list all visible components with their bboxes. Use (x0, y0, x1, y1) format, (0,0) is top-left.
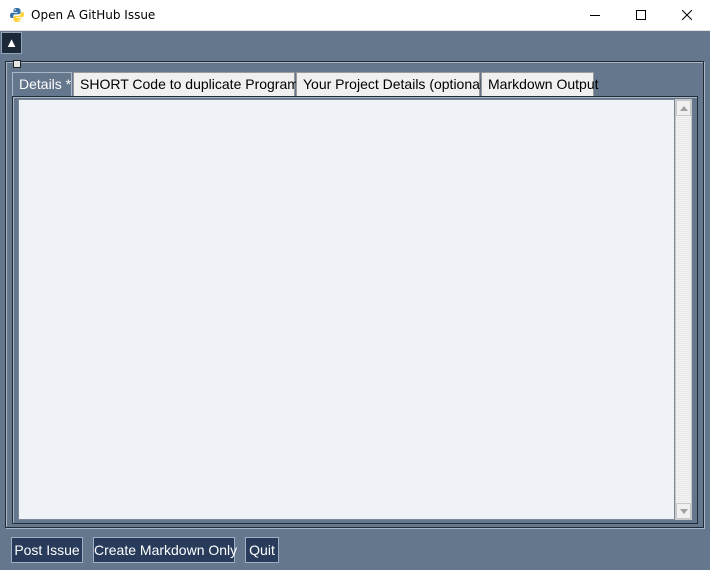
title-bar: Open A GitHub Issue (0, 0, 710, 31)
python-icon (9, 7, 25, 23)
minimize-icon (590, 15, 600, 16)
tab-short-code[interactable]: SHORT Code to duplicate Program * (73, 72, 308, 96)
tab-details[interactable]: Details * (12, 72, 72, 97)
post-issue-button[interactable]: Post Issue (11, 537, 83, 563)
triangle-up-icon: ▲ (5, 35, 18, 50)
create-markdown-button[interactable]: Create Markdown Only (93, 537, 237, 563)
tab-project-details[interactable]: Your Project Details (optional) (296, 72, 488, 96)
details-textarea[interactable] (18, 99, 675, 520)
tab-markdown-output[interactable]: Markdown Output (481, 72, 599, 96)
maximize-icon (636, 10, 646, 20)
minimize-button[interactable] (572, 0, 618, 31)
quit-button[interactable]: Quit (245, 537, 279, 563)
maximize-button[interactable] (618, 0, 664, 31)
close-button[interactable] (664, 0, 710, 31)
window-title: Open A GitHub Issue (31, 8, 156, 22)
vertical-scrollbar[interactable] (675, 99, 692, 520)
collapse-button[interactable]: ▲ (1, 32, 22, 54)
scroll-up-button[interactable] (676, 100, 691, 116)
scroll-down-button[interactable] (676, 503, 691, 519)
scroll-up-icon (680, 106, 688, 111)
frame-handle[interactable] (13, 60, 21, 68)
close-icon (682, 10, 692, 20)
scroll-down-icon (680, 509, 688, 514)
